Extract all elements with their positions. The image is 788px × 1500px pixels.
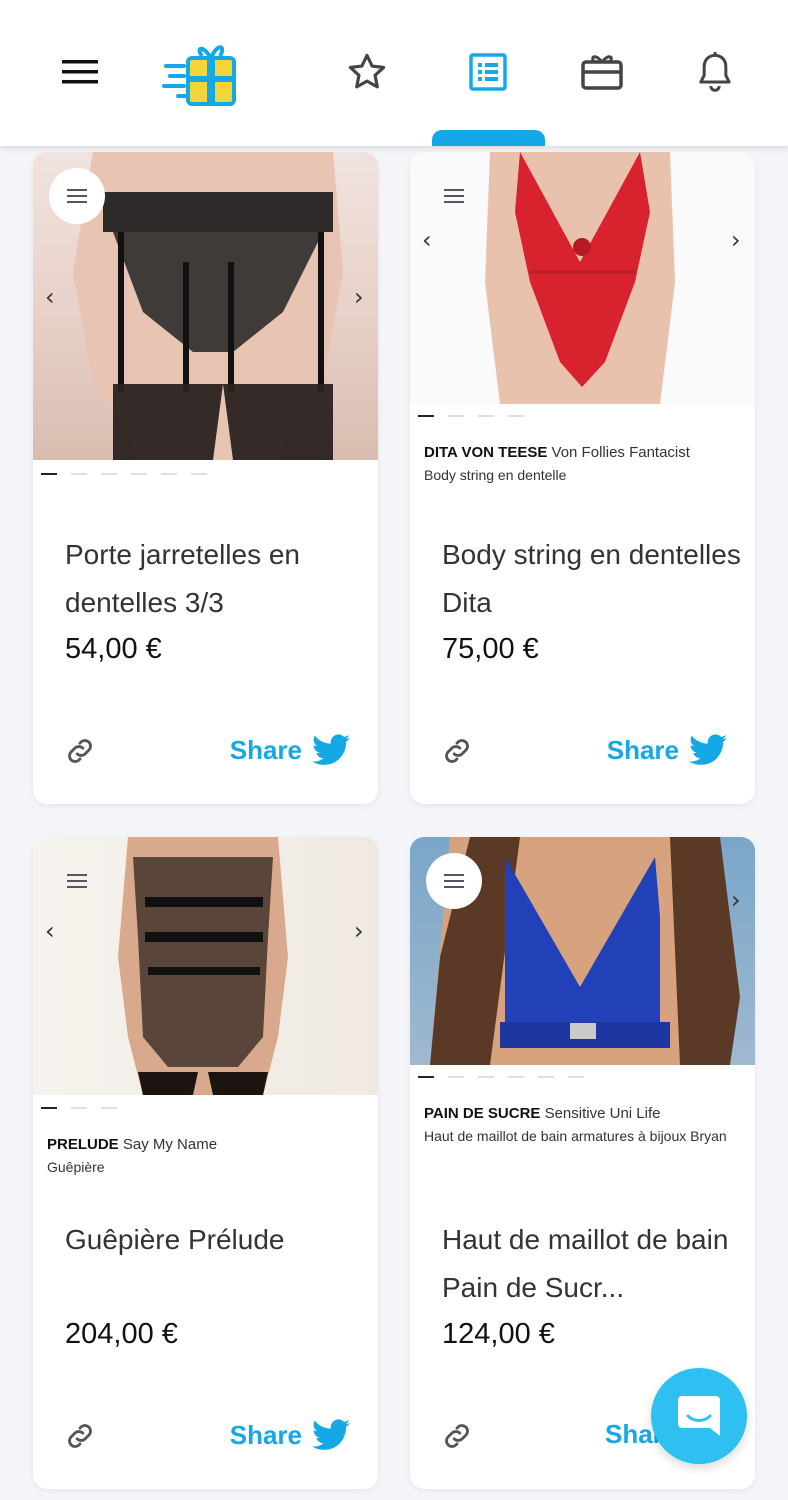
copy-link-icon[interactable] — [440, 1419, 474, 1453]
star-icon[interactable] — [331, 36, 403, 108]
prev-image-arrow[interactable]: ‹ — [45, 283, 55, 311]
share-twitter-button[interactable]: Share — [607, 734, 727, 766]
card-menu-button[interactable] — [49, 853, 105, 909]
hamburger-menu-icon[interactable] — [44, 36, 116, 108]
product-caption: PRELUDE Say My Name Guêpière — [47, 1136, 367, 1176]
share-twitter-button[interactable]: Share — [230, 1419, 350, 1451]
brand-name: PAIN DE SUCRE — [424, 1105, 541, 1122]
image-pagination — [418, 1076, 584, 1078]
list-icon[interactable] — [452, 36, 524, 108]
share-label: Share — [229, 734, 302, 765]
card-menu-button[interactable] — [426, 853, 482, 909]
product-price: 54,00 € — [65, 633, 162, 665]
product-card[interactable]: ‹ › Porte jarretelles en dentelles 3/3 5… — [33, 152, 378, 804]
share-label: Share — [229, 1419, 302, 1450]
twitter-icon — [312, 1419, 350, 1450]
image-pagination — [41, 1107, 117, 1109]
product-card[interactable]: ‹ › PRELUDE Say My Name Guêpière Guêpièr… — [33, 837, 378, 1489]
image-pagination — [41, 473, 207, 475]
gift-logo-icon[interactable] — [160, 36, 240, 108]
product-price: 75,00 € — [442, 633, 539, 665]
product-caption: PAIN DE SUCRE Sensitive Uni Life Haut de… — [424, 1105, 744, 1145]
collection-name: Say My Name — [122, 1136, 218, 1153]
twitter-icon — [312, 734, 350, 765]
collection-name: Von Follies Fantacist — [551, 444, 690, 461]
product-title[interactable]: Guêpière Prélude — [65, 1216, 365, 1264]
twitter-icon — [689, 734, 727, 765]
next-image-arrow[interactable]: › — [731, 886, 741, 914]
card-menu-button[interactable] — [426, 168, 482, 224]
chat-button[interactable] — [651, 1368, 747, 1464]
product-subtitle: Body string en dentelle — [424, 467, 567, 483]
brand-name: DITA VON TEESE — [424, 444, 548, 461]
copy-link-icon[interactable] — [63, 1419, 97, 1453]
product-title[interactable]: Porte jarretelles en dentelles 3/3 — [65, 531, 365, 627]
product-card[interactable]: ‹ › DITA VON TEESE Von Follies Fantacist… — [410, 152, 755, 804]
gift-card-icon[interactable] — [566, 36, 638, 108]
next-image-arrow[interactable]: › — [354, 283, 364, 311]
card-menu-button[interactable] — [49, 168, 105, 224]
share-label: Share — [606, 734, 679, 765]
collection-name: Sensitive Uni Life — [544, 1105, 661, 1122]
product-subtitle: Guêpière — [47, 1159, 105, 1175]
prev-image-arrow[interactable]: ‹ — [422, 226, 432, 254]
prev-image-arrow[interactable]: ‹ — [45, 917, 55, 945]
image-pagination — [418, 415, 524, 417]
active-tab-indicator — [432, 130, 545, 146]
product-title[interactable]: Haut de maillot de bain Pain de Sucr... — [442, 1216, 742, 1312]
product-title[interactable]: Body string en dentelles Dita — [442, 531, 742, 627]
product-subtitle: Haut de maillot de bain armatures à bijo… — [424, 1128, 727, 1144]
copy-link-icon[interactable] — [440, 734, 474, 768]
product-price: 204,00 € — [65, 1318, 178, 1350]
product-price: 124,00 € — [442, 1318, 555, 1350]
next-image-arrow[interactable]: › — [731, 226, 741, 254]
bell-icon[interactable] — [679, 36, 751, 108]
product-caption: DITA VON TEESE Von Follies Fantacist Bod… — [424, 444, 744, 484]
brand-name: PRELUDE — [47, 1136, 119, 1153]
share-twitter-button[interactable]: Share — [230, 734, 350, 766]
next-image-arrow[interactable]: › — [354, 917, 364, 945]
chat-bubble-icon — [678, 1396, 720, 1436]
top-navigation-bar — [0, 0, 788, 146]
copy-link-icon[interactable] — [63, 734, 97, 768]
